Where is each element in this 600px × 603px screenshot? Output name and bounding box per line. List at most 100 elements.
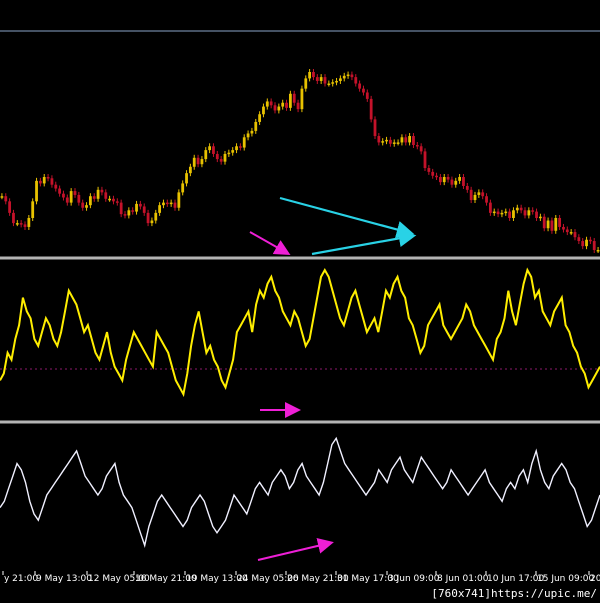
candle-body — [88, 196, 92, 206]
candle-body — [562, 226, 565, 230]
candle-body — [335, 80, 338, 83]
candle-body — [496, 211, 500, 215]
candle-body — [200, 159, 204, 165]
candle-body — [265, 101, 269, 107]
candle-body — [215, 153, 219, 160]
candle-body — [127, 210, 131, 216]
candle-body — [423, 151, 427, 169]
x-tick-label: 8 Jun 01:00 — [437, 574, 489, 584]
candle-body — [65, 197, 69, 203]
watermark-text: [760x741]https://upic.me/ — [431, 587, 597, 600]
price-candle — [35, 177, 38, 205]
candle-body — [115, 201, 119, 203]
candle-body — [73, 191, 77, 195]
candle-body — [392, 142, 396, 144]
candle-body — [446, 177, 450, 180]
candle-body — [96, 189, 100, 199]
candle-body — [208, 146, 212, 151]
candle-body — [273, 105, 277, 111]
candle-body — [258, 114, 262, 122]
candle-body — [242, 137, 246, 148]
candle-body — [492, 211, 496, 214]
candle-body — [204, 150, 208, 160]
candle-body — [365, 92, 369, 99]
candle-body — [219, 159, 223, 162]
candle-body — [31, 201, 35, 218]
candle-body — [558, 217, 562, 227]
candle-body — [100, 189, 104, 193]
candle-body — [104, 192, 108, 199]
candle-body — [150, 220, 154, 224]
candle-body — [542, 216, 546, 229]
candle-body — [515, 207, 519, 211]
price-candle — [369, 95, 373, 123]
candle-body — [238, 146, 242, 148]
candle-body — [469, 189, 473, 201]
candle-body — [85, 205, 88, 208]
candle-body — [46, 177, 50, 179]
candle-body — [292, 93, 296, 103]
candle-body — [442, 177, 446, 183]
candle-body — [185, 173, 188, 184]
candle-body — [296, 102, 300, 110]
candle-body — [438, 177, 442, 183]
candle-body — [450, 179, 454, 185]
candle-body — [250, 130, 254, 134]
candle-body — [415, 144, 419, 147]
candle-body — [577, 237, 581, 242]
candle-body — [538, 216, 542, 219]
candle-body — [308, 72, 312, 79]
candle-body — [77, 194, 81, 203]
candle-body — [319, 77, 323, 81]
candle-body — [81, 202, 85, 208]
candle-body — [327, 83, 331, 86]
x-tick-label: 9 May 13:00 — [36, 574, 92, 584]
candle-body — [231, 150, 235, 153]
candle-body — [165, 202, 169, 205]
candle-body — [373, 119, 377, 137]
candle-body — [504, 211, 508, 214]
price-candle — [288, 90, 292, 111]
candle-body — [377, 136, 381, 143]
candle-body — [519, 207, 523, 211]
candle-body — [581, 241, 585, 247]
candle-body — [346, 74, 350, 77]
candle-body — [196, 157, 200, 165]
candle-body — [62, 193, 65, 198]
candle-body — [158, 205, 162, 213]
candle-body — [285, 102, 288, 108]
x-tick-label: 10 Jun 17:00 — [487, 574, 544, 584]
candle-body — [288, 93, 292, 108]
candle-body — [388, 139, 392, 144]
candle-body — [50, 178, 54, 185]
x-tick-label: 3 Jun 09:00 — [388, 574, 440, 584]
candle-body — [431, 171, 435, 176]
candle-body — [173, 202, 177, 208]
candle-body — [535, 211, 538, 218]
x-tick-label: 15 Jun 09:00 — [537, 574, 594, 584]
candle-body — [412, 136, 415, 145]
candle-body — [38, 180, 42, 184]
candle-body — [12, 212, 15, 224]
chart-area: y 21:009 May 13:0012 May 05:0016 May 21:… — [0, 0, 600, 603]
candle-body — [262, 106, 265, 115]
candle-body — [181, 183, 185, 193]
candle-body — [138, 203, 142, 207]
candle-body — [473, 194, 477, 201]
candle-body — [369, 98, 373, 120]
candle-body — [269, 101, 273, 106]
candle-body — [565, 229, 569, 233]
candle-body — [135, 203, 138, 212]
candle-body — [188, 166, 192, 174]
candle-body — [119, 202, 123, 215]
candle-body — [254, 121, 258, 131]
candle-body — [146, 212, 150, 224]
candle-body — [112, 198, 115, 202]
candle-body — [485, 196, 488, 203]
candle-body — [362, 88, 365, 93]
candle-body — [527, 210, 531, 216]
candle-body — [596, 250, 600, 252]
candle-body — [281, 102, 285, 107]
candle-body — [323, 77, 327, 84]
candle-body — [338, 78, 342, 81]
